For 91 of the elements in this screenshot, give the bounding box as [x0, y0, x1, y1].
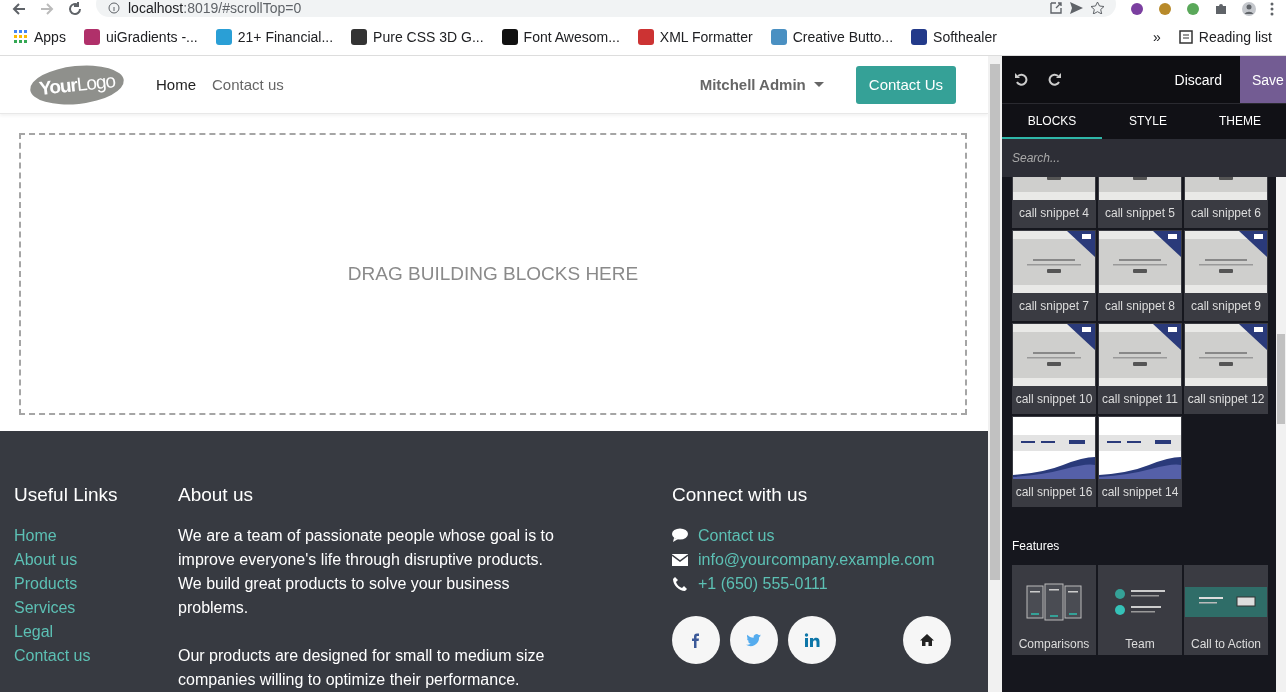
favicon-icon [770, 29, 787, 45]
scrollbar-thumb[interactable] [1277, 334, 1285, 424]
footer-link[interactable]: Services [14, 596, 76, 620]
feature-tile[interactable]: Comparisons [1012, 565, 1096, 655]
contact-link[interactable]: info@yourcompany.example.com [698, 548, 935, 572]
menu-icon[interactable] [1270, 2, 1274, 16]
phone-icon [672, 576, 688, 592]
apps-bookmark[interactable]: Apps [12, 27, 68, 47]
bird-icon [746, 632, 762, 648]
snippet-tile[interactable]: call snippet 10 [1012, 323, 1096, 414]
send-icon[interactable] [1070, 2, 1083, 14]
bookmark[interactable]: Font Awesom... [499, 27, 622, 47]
scrollbar-thumb[interactable] [990, 64, 1000, 580]
bookmark[interactable]: Creative Butto... [768, 27, 896, 47]
footer-link[interactable]: Home [14, 524, 57, 548]
page-scrollbar[interactable] [988, 56, 1002, 692]
bookmark[interactable]: uiGradients -... [81, 27, 200, 47]
snippet-tile[interactable]: call snippet 7 [1012, 230, 1096, 321]
feature-tile[interactable]: Team [1098, 565, 1182, 655]
team-list-drawing [1115, 589, 1165, 615]
apps-grid-icon [14, 30, 28, 44]
home-icon [919, 632, 935, 648]
in-letters-icon [804, 632, 820, 648]
search-field[interactable]: Search... [1002, 139, 1286, 177]
user-menu[interactable]: Mitchell Admin [699, 76, 824, 93]
favicon-icon [637, 29, 654, 45]
snippet-tile[interactable]: call snippet 14 [1098, 416, 1182, 507]
footer-link[interactable]: About us [14, 548, 78, 572]
footer-link[interactable]: Products [14, 572, 78, 596]
save-button[interactable]: Save [1240, 56, 1286, 103]
favicon-icon [501, 29, 518, 45]
contact-link[interactable]: +1 (650) 555-0111 [698, 572, 828, 596]
nav-link[interactable]: Contact us [212, 76, 284, 93]
panel-tab[interactable]: THEME [1194, 104, 1286, 139]
discard-button[interactable]: Discard [1166, 71, 1230, 88]
envelope-icon [672, 552, 688, 568]
footer-link[interactable]: Legal [14, 620, 54, 644]
reload-icon[interactable] [68, 2, 82, 16]
social-button[interactable] [730, 616, 778, 664]
bookmark[interactable]: Pure CSS 3D G... [349, 27, 486, 47]
favicon-icon [215, 29, 232, 45]
extension-icon[interactable] [1186, 2, 1200, 16]
about-paragraph: We are a team of passionate people whose goal is to improve everyone's life through disruptive products. We build great products to solve your business problems. [178, 526, 555, 618]
snippet-tile[interactable]: call snippet 8 [1098, 230, 1182, 321]
social-button[interactable] [672, 616, 720, 664]
url-text: localhost:8019/#scrollTop=0 [128, 0, 302, 16]
comparison-cards-drawing [1026, 583, 1082, 621]
contact-link[interactable]: Contact us [698, 524, 775, 548]
panel-tab[interactable]: STYLE [1102, 104, 1194, 139]
back-arrow-icon[interactable] [12, 2, 26, 16]
bookmark[interactable]: XML Formatter [635, 27, 755, 47]
drop-zone-text: DRAG BUILDING BLOCKS HERE [347, 263, 639, 285]
social-button[interactable] [903, 616, 951, 664]
avatar-icon[interactable] [1242, 2, 1256, 16]
section-heading: Features [1012, 539, 1060, 553]
snippet-tile[interactable]: call snippet 5 [1098, 177, 1182, 228]
nav-link[interactable]: Home [156, 76, 196, 93]
chat-bubble-icon [672, 528, 688, 544]
caret-icon [813, 81, 824, 88]
footer-heading: About us [178, 484, 254, 506]
snippet-tile[interactable]: call snippet 6 [1184, 177, 1268, 228]
snippet-tile[interactable]: call snippet 11 [1098, 323, 1182, 414]
undo-button[interactable] [1014, 71, 1030, 88]
panel-scrollbar[interactable] [1276, 177, 1286, 692]
redo-button[interactable] [1048, 71, 1064, 88]
info-icon[interactable] [108, 2, 120, 14]
about-paragraph: Our products are designed for small to medium size companies willing to optimize their performance. [178, 646, 546, 690]
extension-icon[interactable] [1130, 2, 1144, 16]
bookmark[interactable]: 21+ Financial... [213, 27, 336, 47]
favicon-icon [83, 29, 100, 45]
social-button[interactable] [788, 616, 836, 664]
footer-link[interactable]: Contact us [14, 644, 91, 668]
snippet-tile[interactable]: call snippet 16 [1012, 416, 1096, 507]
reading-list[interactable]: Reading list [1176, 27, 1274, 47]
list-icon [1178, 30, 1193, 44]
footer-heading: Useful Links [14, 484, 119, 506]
snippet-tile[interactable]: call snippet 12 [1184, 323, 1268, 414]
favicon-icon [911, 29, 928, 45]
undo-icon [1014, 71, 1028, 86]
bookmarks-overflow[interactable]: » [1151, 27, 1163, 47]
footer-heading: Connect with us [672, 484, 809, 506]
address-bar[interactable]: localhost:8019/#scrollTop=0 [96, 0, 1116, 17]
bookmark[interactable]: Softhealer [909, 27, 999, 47]
redo-icon [1048, 71, 1062, 86]
feature-tile[interactable]: Call to Action [1184, 565, 1268, 655]
star-icon[interactable] [1091, 2, 1104, 14]
snippet-tile[interactable]: call snippet 4 [1012, 177, 1096, 228]
extension-icon[interactable] [1158, 2, 1172, 16]
favicon-icon [351, 29, 368, 45]
snippet-tile[interactable]: call snippet 9 [1184, 230, 1268, 321]
open-external-icon[interactable] [1050, 2, 1062, 14]
